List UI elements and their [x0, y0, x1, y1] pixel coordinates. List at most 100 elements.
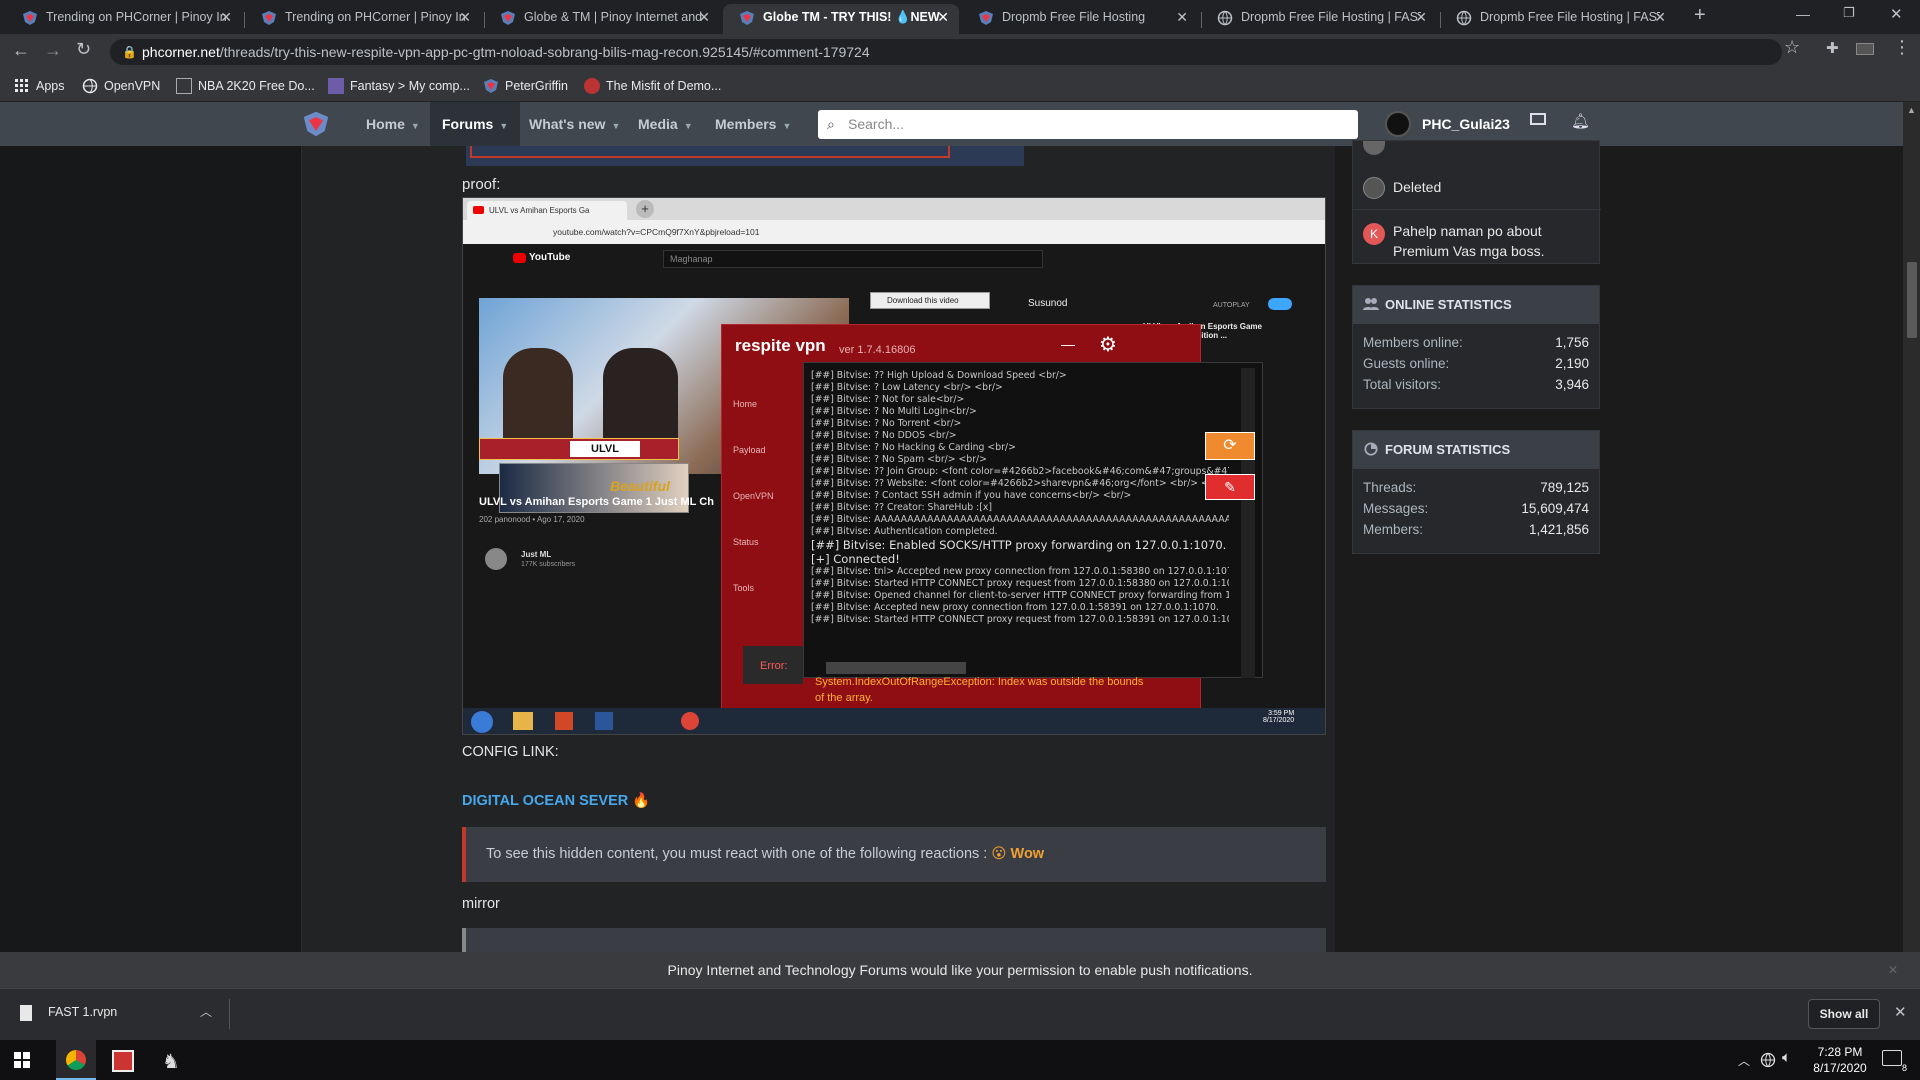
close-tab-icon[interactable]: ✕	[1176, 4, 1188, 30]
close-tab-icon[interactable]: ✕	[1415, 4, 1427, 30]
close-tab-icon[interactable]: ✕	[937, 4, 949, 30]
bookmark-fantasy[interactable]: Fantasy > My comp...	[328, 76, 470, 96]
taskbar-app-horse-icon[interactable]: ♞	[162, 1049, 180, 1074]
avatar	[1363, 141, 1385, 155]
reload-button[interactable]: ↻	[76, 39, 91, 60]
close-tab-icon[interactable]: ✕	[698, 4, 710, 30]
menu-dots-icon[interactable]: ⋮	[1893, 37, 1911, 58]
new-tab-button[interactable]: +	[1694, 4, 1706, 27]
push-notification-text: Pinoy Internet and Technology Forums wou…	[667, 962, 1253, 978]
restore-window-button[interactable]: ❐	[1843, 5, 1855, 21]
browser-tab-active[interactable]: Globe TM - TRY THIS! 💧NEW💧 ✕	[723, 4, 959, 34]
forward-button[interactable]: →	[44, 40, 62, 61]
close-download-bar-icon[interactable]: ✕	[1894, 1003, 1907, 1021]
phcorner-favicon-icon	[501, 11, 515, 25]
extensions-icon[interactable]: ✚	[1826, 39, 1839, 57]
close-window-button[interactable]: ✕	[1890, 5, 1903, 23]
windows-start-icon[interactable]	[14, 1052, 30, 1068]
phcorner-favicon-icon	[484, 79, 498, 93]
phcorner-logo-icon[interactable]	[302, 110, 330, 138]
recent-posts-widget: Deleted K Pahelp naman po about Premium …	[1352, 140, 1601, 264]
inner-new-tab-icon: +	[636, 200, 654, 218]
inner-url: youtube.com/watch?v=CPCmQ9f7XnY&pbjreloa…	[553, 227, 760, 237]
nav-media[interactable]: Media ▼	[626, 102, 705, 146]
bell-icon[interactable]: 🔔︎	[1571, 112, 1590, 130]
scroll-up-icon[interactable]: ▲	[1907, 105, 1916, 115]
stat-row: Threads: 789,125	[1363, 480, 1589, 495]
scoreboard: ULVL	[479, 438, 679, 460]
wow-reaction[interactable]: Wow	[1011, 846, 1045, 862]
inbox-icon[interactable]	[1530, 113, 1546, 125]
inner-youtube-tab: ULVL vs Amihan Esports Ga	[467, 201, 627, 220]
nav-forums[interactable]: Forums ▼	[430, 102, 521, 146]
bookmark-star-icon[interactable]: ☆	[1784, 37, 1800, 58]
online-statistics-widget: ONLINE STATISTICS Members online: 1,756 G…	[1352, 285, 1600, 409]
inner-powerpoint-icon	[555, 712, 573, 730]
autoplay-toggle	[1268, 298, 1292, 310]
proof-screenshot[interactable]: ULVL vs Amihan Esports Ga + youtube.com/…	[462, 197, 1326, 735]
recent-post-link[interactable]: Deleted	[1393, 179, 1441, 195]
show-all-downloads-button[interactable]: Show all	[1808, 999, 1880, 1029]
minimize-window-button[interactable]: —	[1796, 6, 1810, 22]
tab-strip: Trending on PHCorner | Pinoy Int ✕ Trendi…	[0, 0, 1920, 34]
browser-tab[interactable]: Trending on PHCorner | Pinoy Int ✕	[6, 4, 242, 34]
network-globe-icon[interactable]	[1760, 1052, 1776, 1068]
inner-chrome-icon	[681, 712, 699, 730]
channel-avatar	[485, 548, 507, 570]
browser-tab[interactable]: Dropmb Free File Hosting ✕	[962, 4, 1198, 34]
youtube-favicon-icon	[473, 206, 484, 214]
globe-icon	[1217, 10, 1233, 26]
forum-statistics-widget: FORUM STATISTICS Threads: 789,125 Message…	[1352, 430, 1600, 554]
hidden-content-text: To see this hidden content, you must rea…	[486, 846, 988, 862]
download-video-button: Download this video	[870, 292, 990, 309]
nav-members[interactable]: Members ▼	[703, 102, 803, 146]
download-bar: FAST 1.rvpn ︿ Show all ✕	[0, 988, 1920, 1040]
search-input[interactable]: ⌕ Search...	[818, 110, 1358, 139]
vpn-eraser-icon: ✎	[1205, 474, 1255, 500]
page-icon	[176, 78, 192, 94]
browser-tab[interactable]: Dropmb Free File Hosting | FAST ✕	[1201, 4, 1437, 34]
bookmark-petergriffin[interactable]: PeterGriffin	[483, 76, 568, 96]
close-notification-icon[interactable]: ✕	[1888, 952, 1898, 988]
page-scrollbar[interactable]: ▲ ▼	[1903, 102, 1920, 980]
avatar[interactable]	[1385, 111, 1411, 137]
scrollbar-thumb[interactable]	[1907, 262, 1917, 338]
youtube-logo: YouTube	[513, 252, 573, 266]
autoplay-label: AUTOPLAY	[1213, 302, 1250, 309]
digital-ocean-link[interactable]: DIGITAL OCEAN SEVER 🔥	[462, 792, 650, 809]
stat-row: Total visitors: 3,946	[1363, 377, 1589, 392]
mirror-box	[462, 928, 1326, 952]
download-options-chevron-icon[interactable]: ︿	[200, 1003, 212, 1020]
close-tab-icon[interactable]: ✕	[220, 4, 232, 30]
browser-tab[interactable]: Globe & TM | Pinoy Internet and ✕	[484, 4, 720, 34]
profile-icon[interactable]	[1856, 43, 1874, 55]
nav-whats-new[interactable]: What's new ▼	[517, 102, 632, 146]
stat-row: Messages: 15,609,474	[1363, 501, 1589, 516]
browser-tab[interactable]: Dropmb Free File Hosting | FAST ✕	[1440, 4, 1676, 34]
taskbar-clock[interactable]: 7:28 PM 8/17/2020	[1810, 1044, 1870, 1076]
address-bar[interactable]: 🔒 phcorner.net/threads/try-this-new-resp…	[110, 39, 1782, 65]
log-scrollbar	[1241, 368, 1255, 678]
close-tab-icon[interactable]: ✕	[1654, 4, 1666, 30]
bookmarks-bar: Apps OpenVPN NBA 2K20 Free Do... Fantasy…	[0, 70, 1920, 102]
youtube-play-icon	[513, 253, 526, 263]
action-center-icon[interactable]: 8	[1882, 1050, 1907, 1073]
avatar	[1363, 177, 1385, 199]
taskbar-chrome[interactable]	[56, 1040, 96, 1080]
inner-word-icon	[595, 712, 613, 730]
bookmark-openvpn[interactable]: OpenVPN	[82, 76, 160, 96]
tray-chevron-icon[interactable]: ︿	[1738, 1052, 1750, 1069]
browser-tab[interactable]: Trending on PHCorner | Pinoy Int ✕	[245, 4, 481, 34]
bookmark-apps[interactable]: Apps	[14, 76, 65, 96]
bookmark-misfit[interactable]: The Misfit of Demo...	[584, 76, 721, 96]
download-filename[interactable]: FAST 1.rvpn	[48, 1005, 117, 1019]
taskbar-app-game-icon[interactable]	[112, 1050, 134, 1072]
back-button[interactable]: ←	[12, 40, 30, 61]
nav-home[interactable]: Home ▼	[354, 102, 432, 146]
volume-icon[interactable]: 🔈︎	[1782, 1049, 1791, 1066]
close-tab-icon[interactable]: ✕	[459, 4, 471, 30]
phcorner-favicon-icon	[979, 11, 993, 25]
bookmark-nba2k20[interactable]: NBA 2K20 Free Do...	[176, 76, 315, 96]
vpn-gear-icon: ⚙	[1099, 334, 1117, 356]
recent-post-link[interactable]: Pahelp naman po about Premium Vas mga bo…	[1393, 221, 1593, 261]
